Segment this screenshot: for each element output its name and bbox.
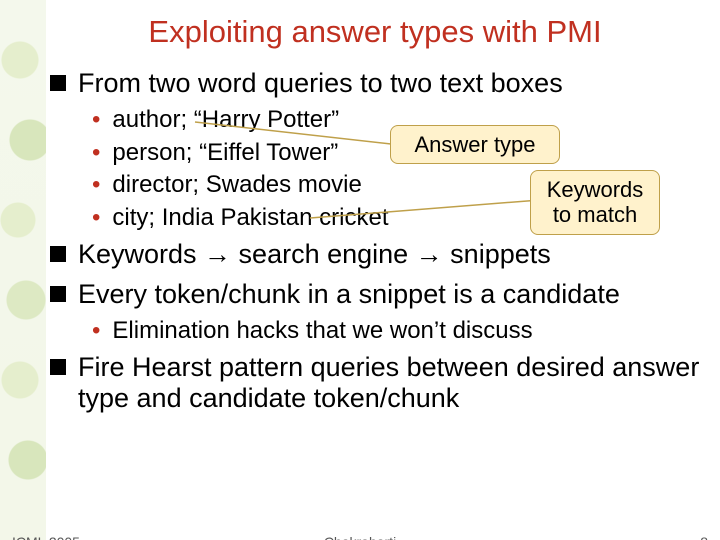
- bullet-l1: Fire Hearst pattern queries between desi…: [48, 348, 702, 420]
- square-bullet-icon: [50, 246, 66, 262]
- dot-bullet-icon: •: [92, 106, 100, 134]
- bullet-l1: Every token/chunk in a snippet is a cand…: [48, 275, 702, 315]
- bullet-l2: • person; “Eiffel Tower”: [48, 137, 702, 170]
- slide: Exploiting answer types with PMI From tw…: [0, 0, 720, 540]
- bullet-l1: From two word queries to two text boxes: [48, 64, 702, 104]
- dot-bullet-icon: •: [92, 171, 100, 199]
- footer-right: 8: [700, 534, 708, 540]
- square-bullet-icon: [50, 359, 66, 375]
- slide-title: Exploiting answer types with PMI: [48, 14, 702, 64]
- bullet-l2: • author; “Harry Potter”: [48, 104, 702, 137]
- square-bullet-icon: [50, 286, 66, 302]
- bullet-text: city; India Pakistan cricket: [112, 204, 388, 233]
- bullet-l2: • city; India Pakistan cricket: [48, 202, 702, 235]
- dot-bullet-icon: •: [92, 139, 100, 167]
- bullet-l2: • director; Swades movie: [48, 169, 702, 202]
- square-bullet-icon: [50, 75, 66, 91]
- bullet-text: Keywords → search engine → snippets: [78, 239, 551, 271]
- bullet-text: From two word queries to two text boxes: [78, 68, 563, 100]
- bullet-text: Every token/chunk in a snippet is a cand…: [78, 279, 620, 311]
- dot-bullet-icon: •: [92, 317, 100, 345]
- bullet-l2: • Elimination hacks that we won’t discus…: [48, 315, 702, 348]
- bullet-text: person; “Eiffel Tower”: [112, 139, 338, 168]
- slide-content: From two word queries to two text boxes …: [48, 64, 702, 419]
- bullet-l1: Keywords → search engine → snippets: [48, 235, 702, 275]
- bullet-text: director; Swades movie: [112, 171, 361, 200]
- bullet-text: Fire Hearst pattern queries between desi…: [78, 352, 702, 416]
- bullet-text: Elimination hacks that we won’t discuss: [112, 317, 532, 346]
- bullet-text: author; “Harry Potter”: [112, 106, 339, 135]
- footer-center: Chakrabarti: [0, 534, 720, 540]
- dot-bullet-icon: •: [92, 204, 100, 232]
